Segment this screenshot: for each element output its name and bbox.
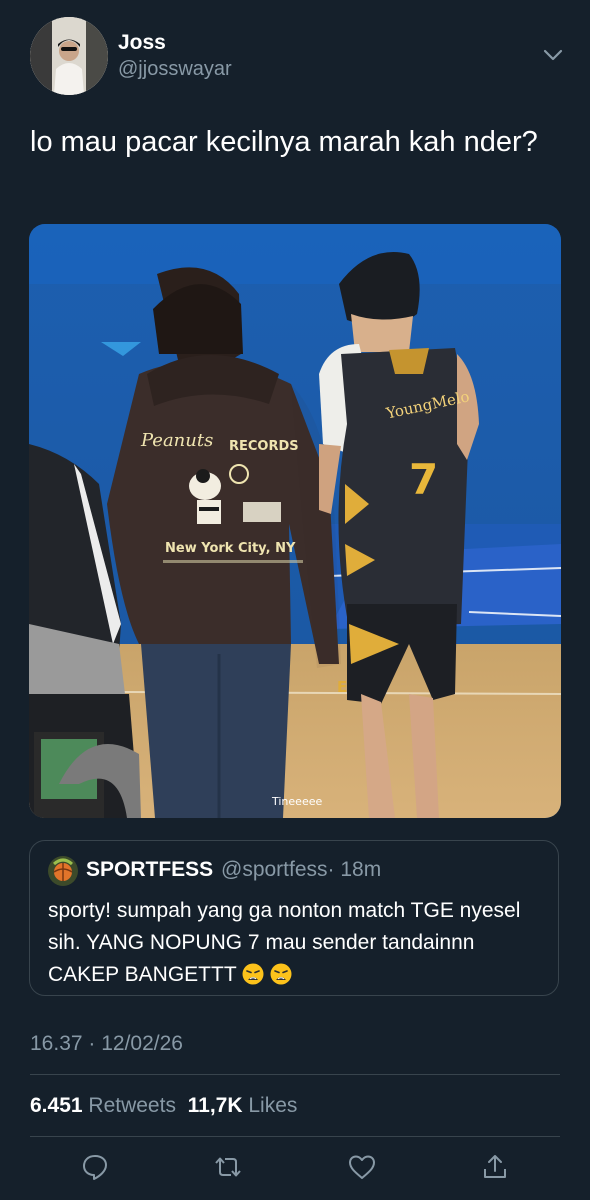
like-icon[interactable]	[347, 1152, 377, 1182]
likes-label: Likes	[248, 1094, 298, 1117]
quoted-handle-and-time[interactable]: @sportfess· 18m	[221, 858, 381, 882]
author-display-name[interactable]: Joss	[118, 31, 166, 55]
quoted-display-name[interactable]: SPORTFESS	[86, 858, 213, 882]
author-avatar[interactable]	[30, 17, 108, 95]
weary-face-emoji	[270, 963, 292, 985]
svg-text:Peanuts: Peanuts	[140, 430, 213, 451]
author-handle[interactable]: @jjosswayar	[118, 58, 232, 81]
tweet-media-image[interactable]: Peanuts RECORDS New York City, NY YoungM…	[29, 224, 561, 818]
retweet-icon[interactable]	[213, 1152, 243, 1182]
quoted-author-avatar[interactable]	[48, 856, 78, 886]
quoted-tweet-text: sporty! sumpah yang ga nonton match TGE …	[48, 895, 538, 991]
chevron-down-icon[interactable]	[540, 44, 566, 66]
retweets-count: 6.451	[30, 1094, 83, 1117]
divider	[30, 1074, 560, 1075]
divider	[30, 1136, 560, 1137]
likes-stat[interactable]: 11,7K Likes	[188, 1094, 298, 1117]
retweets-label: Retweets	[88, 1094, 176, 1117]
quoted-time: · 18m	[327, 858, 382, 881]
svg-text:E: E	[337, 678, 347, 696]
svg-text:RECORDS: RECORDS	[229, 439, 299, 454]
tweet-timestamp[interactable]: 16.37 · 12/02/26	[30, 1032, 183, 1056]
svg-text:New York City, NY: New York City, NY	[165, 541, 296, 556]
tweet-text: lo mau pacar kecilnya marah kah nder?	[30, 126, 538, 158]
quoted-handle: @sportfess	[221, 858, 328, 881]
likes-count: 11,7K	[187, 1094, 243, 1117]
weary-face-emoji	[242, 963, 264, 985]
reply-icon[interactable]	[80, 1152, 110, 1182]
engagement-stats: 6.451 Retweets 11,7K Likes	[30, 1094, 297, 1118]
svg-text:7: 7	[409, 455, 438, 504]
retweets-stat[interactable]: 6.451 Retweets	[30, 1094, 176, 1117]
share-icon[interactable]	[480, 1152, 510, 1182]
media-watermark: Tineeeee	[272, 795, 323, 808]
